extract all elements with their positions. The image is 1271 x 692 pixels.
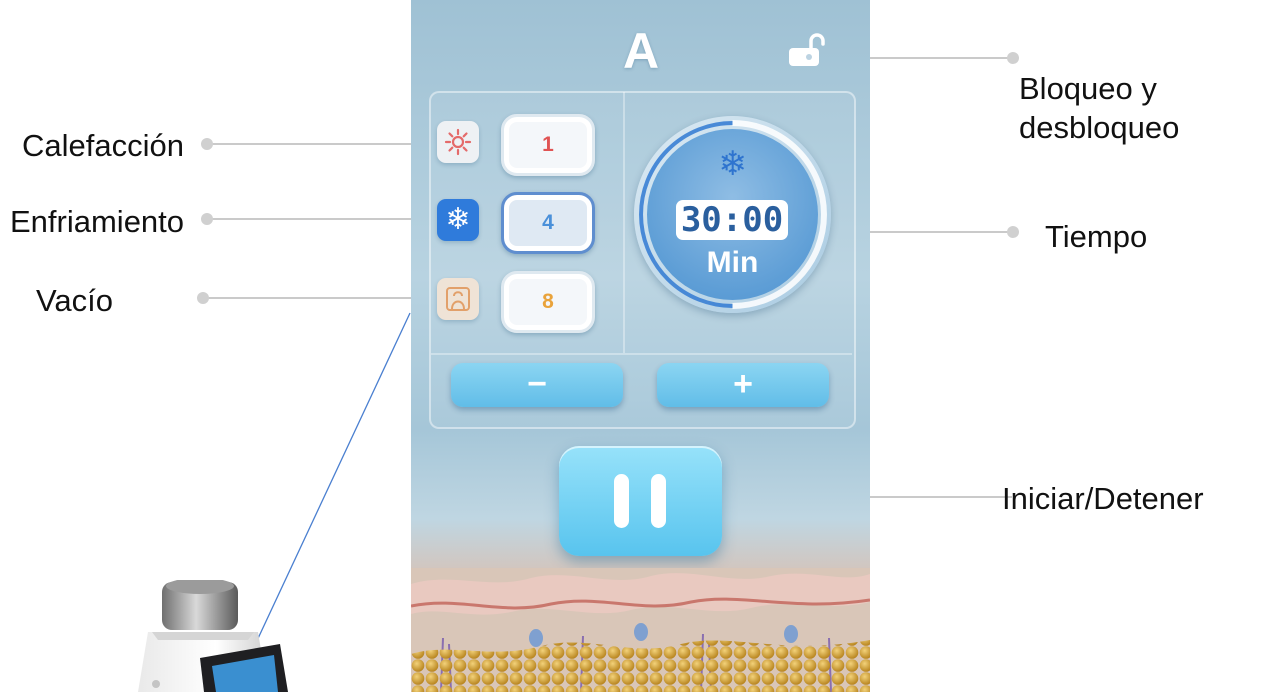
snowflake-icon: ❄ xyxy=(718,144,747,184)
panel-divider-horizontal xyxy=(431,353,852,355)
snowflake-icon: ❄ xyxy=(445,202,471,237)
timer-dial[interactable]: ❄ 30:00 Min xyxy=(634,116,831,313)
vacuum-icon xyxy=(446,287,470,311)
unlock-icon[interactable] xyxy=(787,32,827,68)
callout-vacuum: Vacío xyxy=(36,283,113,318)
preset-letter: A xyxy=(622,23,660,79)
callout-cooling: Enfriamiento xyxy=(10,204,185,239)
device-handpiece-image xyxy=(138,580,288,692)
timer-value: 30:00 xyxy=(676,200,788,240)
callout-lock: Bloqueo y desbloqueo xyxy=(1019,70,1249,148)
sun-icon xyxy=(444,128,472,156)
start-stop-button[interactable] xyxy=(559,446,722,556)
panel-divider-vertical xyxy=(623,92,625,353)
callout-lock-text: Bloqueo y desbloqueo xyxy=(1019,71,1180,145)
callout-start-stop: Iniciar/Detener xyxy=(1002,481,1204,516)
timer-unit: Min xyxy=(706,246,759,279)
callout-heating: Calefacción xyxy=(22,128,184,163)
heating-level[interactable]: 1 xyxy=(501,114,595,176)
plus-button[interactable]: + xyxy=(657,363,829,407)
cooling-level[interactable]: 4 xyxy=(501,192,595,254)
vacuum-mode-button[interactable] xyxy=(437,278,479,320)
pause-icon xyxy=(614,474,629,528)
cooling-mode-button[interactable]: ❄ xyxy=(437,199,479,241)
vacuum-level[interactable]: 8 xyxy=(501,271,595,333)
minus-button[interactable]: − xyxy=(451,363,623,407)
pause-icon-bar xyxy=(651,474,666,528)
device-screen: A ❄ 1 4 8 ❄ 30:00 Min − + xyxy=(411,0,870,692)
callout-time: Tiempo xyxy=(1045,219,1148,254)
heating-mode-button[interactable] xyxy=(437,121,479,163)
skin-layers-illustration xyxy=(411,568,870,692)
